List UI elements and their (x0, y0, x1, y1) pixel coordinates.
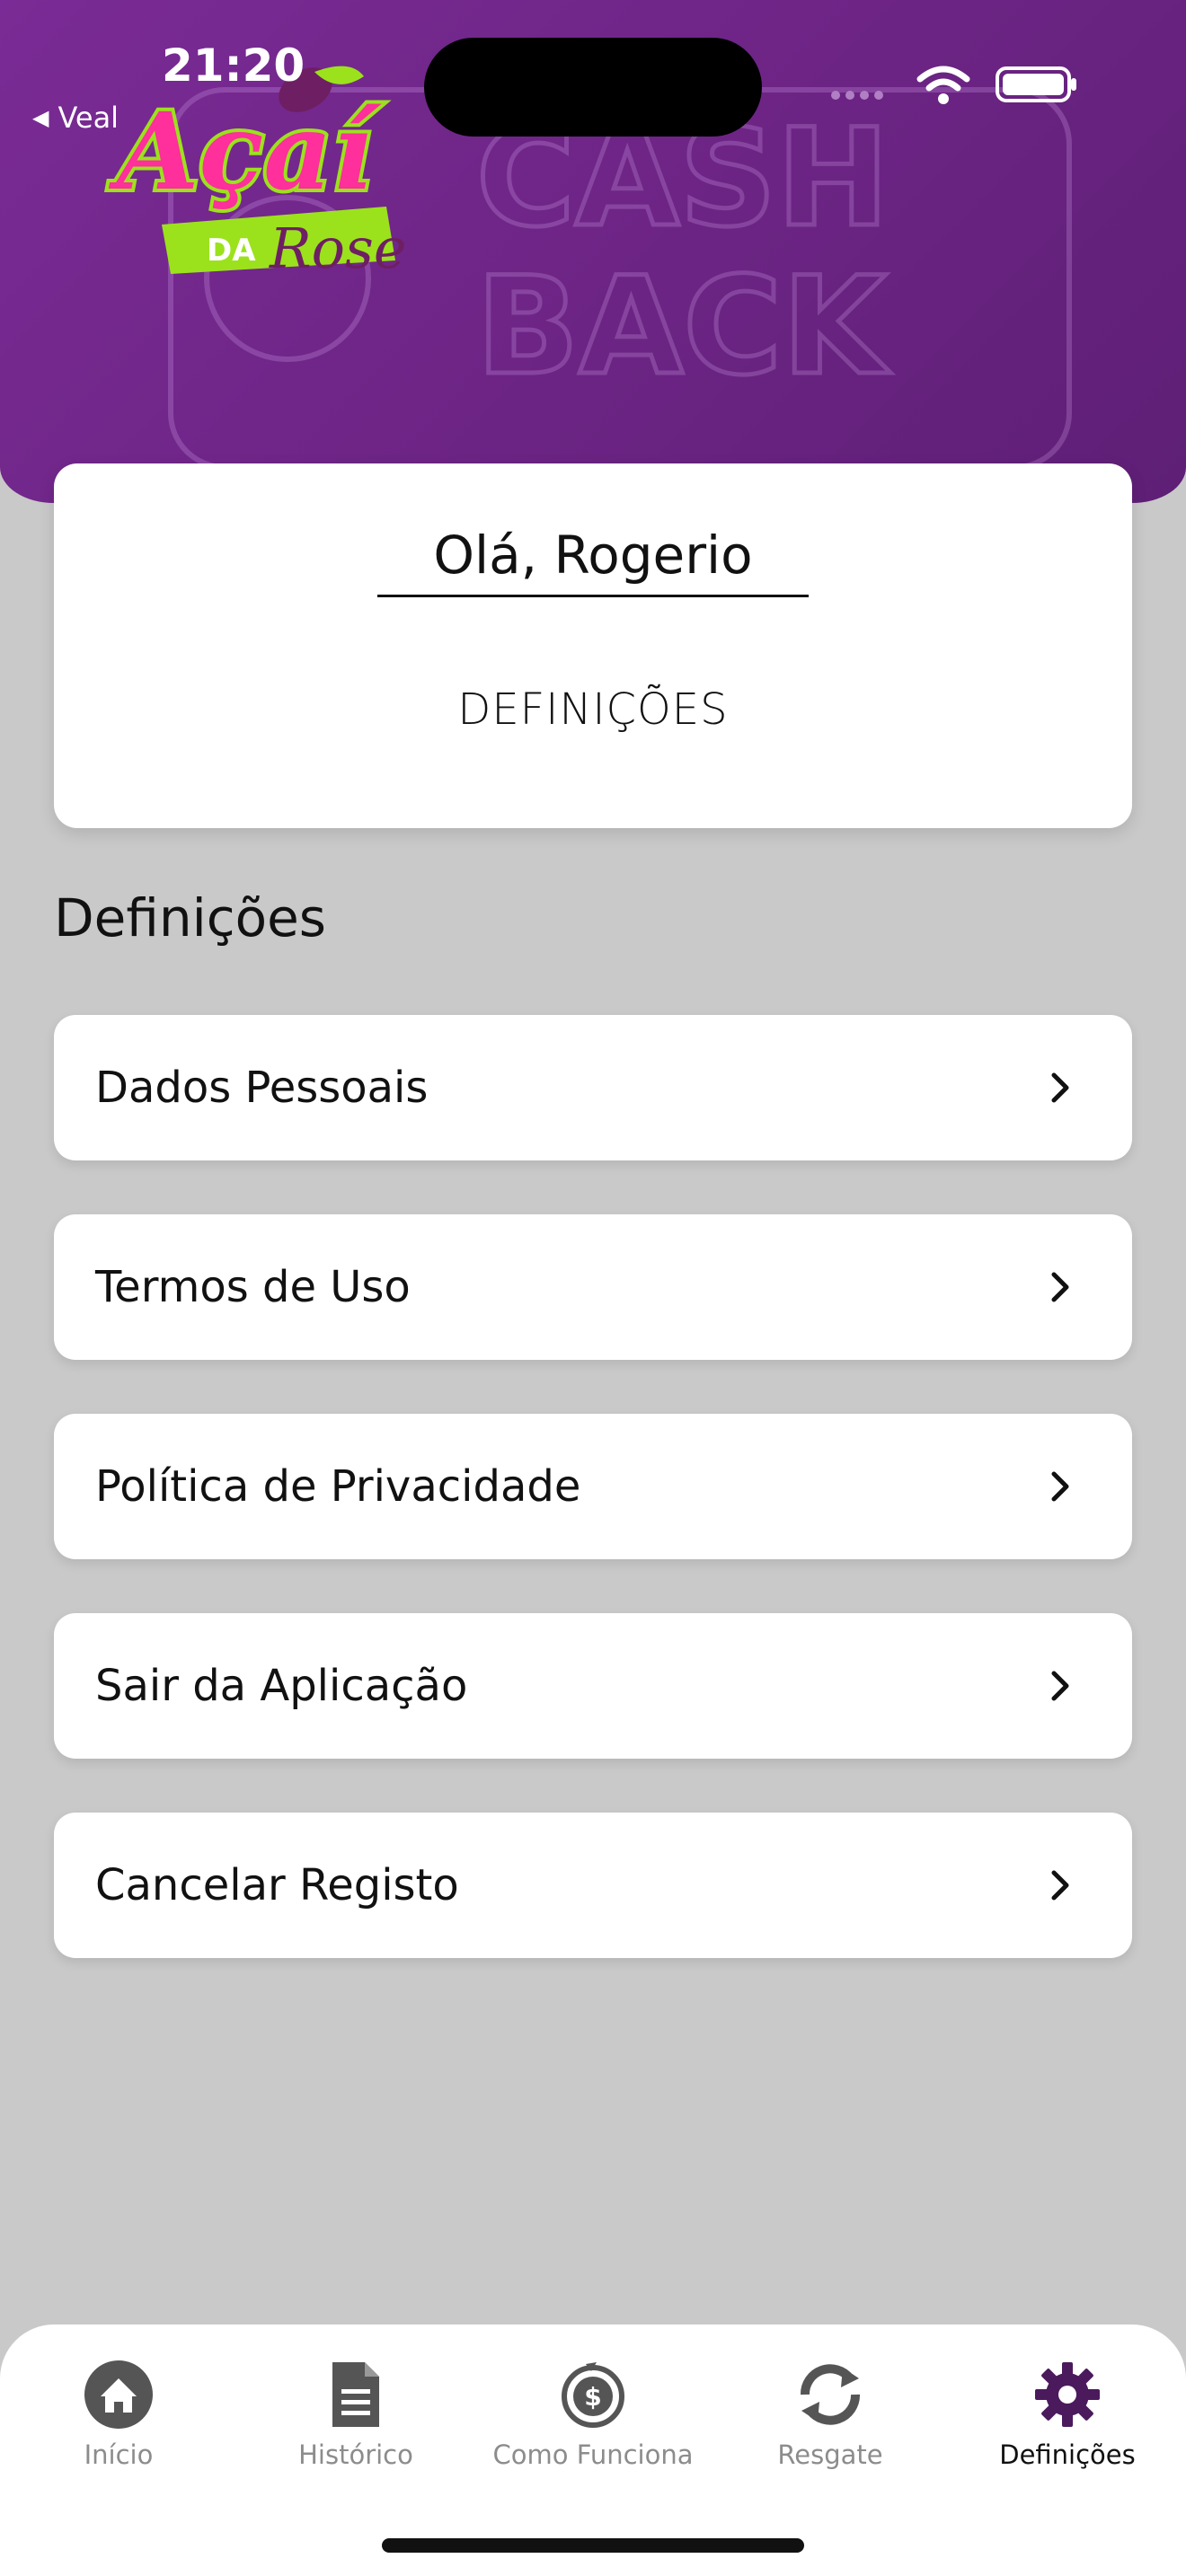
nav-label: Como Funciona (492, 2439, 694, 2470)
nav-tab-historico[interactable]: Histórico (237, 2359, 474, 2470)
chevron-right-icon (1051, 1272, 1069, 1302)
nav-tab-como-funciona[interactable]: $ Como Funciona (474, 2359, 712, 2470)
menu-item-label: Cancelar Registo (95, 1860, 459, 1910)
battery-icon (996, 66, 1076, 102)
dynamic-island (424, 38, 762, 137)
logo-text-rose: Rose (269, 216, 407, 281)
refresh-icon (800, 2364, 861, 2425)
menu-item-label: Dados Pessoais (95, 1063, 429, 1113)
menu-item-cancelar-registo[interactable]: Cancelar Registo (54, 1813, 1132, 1958)
status-time: 21:20 (162, 40, 305, 92)
section-title: Definições (54, 887, 327, 948)
header-banner: CASH BACK Açaí DA Rose 21:20 ◀ Veal (0, 0, 1186, 503)
greeting-name: Olá, Rogerio (433, 525, 753, 586)
nav-tab-inicio[interactable]: Início (0, 2359, 237, 2470)
menu-item-politica-de-privacidade[interactable]: Política de Privacidade (54, 1414, 1132, 1559)
svg-text:$: $ (584, 2382, 601, 2412)
nav-tab-definicoes[interactable]: Definições (949, 2359, 1186, 2470)
status-icons (828, 65, 1078, 104)
document-icon (332, 2362, 379, 2427)
nav-label: Histórico (298, 2439, 413, 2470)
greeting-subtitle: DEFINIÇÕES (457, 684, 729, 735)
chevron-right-icon (1051, 1671, 1069, 1701)
logo-text-da: DA (207, 233, 256, 269)
cashback-text-line2: BACK (476, 249, 891, 405)
nav-label: Resgate (777, 2439, 883, 2470)
menu-item-label: Sair da Aplicação (95, 1661, 468, 1711)
logo-text-acai: Açaí (108, 89, 382, 214)
greeting-card: Olá, Rogerio DEFINIÇÕES (54, 463, 1132, 828)
greeting-underline (377, 595, 809, 597)
back-triangle-icon: ◀ (32, 105, 49, 130)
menu-item-dados-pessoais[interactable]: Dados Pessoais (54, 1015, 1132, 1160)
dollar-cycle-icon: $ (562, 2362, 624, 2428)
menu-item-sair-da-aplicacao[interactable]: Sair da Aplicação (54, 1613, 1132, 1759)
nav-label: Início (84, 2439, 154, 2470)
back-link-label: Veal (58, 101, 119, 135)
gear-icon (1035, 2362, 1100, 2427)
nav-tab-resgate[interactable]: Resgate (712, 2359, 949, 2470)
back-to-app-link[interactable]: ◀ Veal (32, 101, 119, 135)
menu-item-label: Política de Privacidade (95, 1461, 581, 1512)
chevron-right-icon (1051, 1870, 1069, 1901)
home-icon (84, 2360, 153, 2429)
home-indicator (382, 2538, 804, 2553)
wifi-icon (916, 66, 970, 104)
menu-item-label: Termos de Uso (95, 1262, 411, 1312)
nav-label: Definições (999, 2439, 1136, 2470)
menu-item-termos-de-uso[interactable]: Termos de Uso (54, 1214, 1132, 1360)
cellular-dots-icon (831, 91, 883, 100)
chevron-right-icon (1051, 1072, 1069, 1103)
chevron-right-icon (1051, 1471, 1069, 1502)
